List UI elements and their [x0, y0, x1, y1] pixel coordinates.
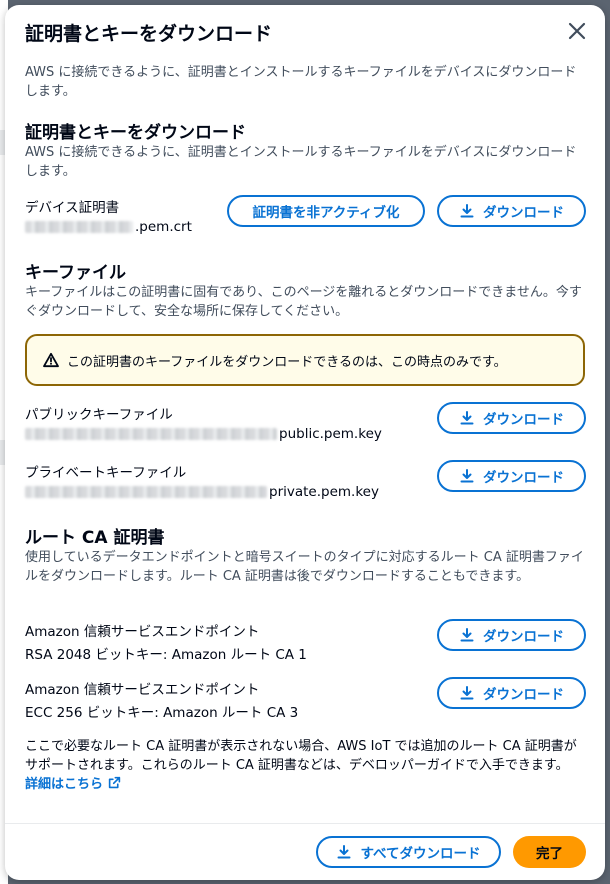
warning-alert: この証明書のキーファイルをダウンロードできるのは、この時点のみです。: [25, 334, 585, 386]
download-all-label: すべてダウンロード: [360, 846, 481, 862]
download-public-key-button[interactable]: ダウンロード: [437, 402, 586, 434]
download-root-ca3-button[interactable]: ダウンロード: [437, 677, 586, 709]
deactivate-button-label: 証明書を非アクティブ化: [252, 205, 400, 221]
download-private-key-button[interactable]: ダウンロード: [437, 460, 586, 492]
private-key-label: プライベートキーファイル: [25, 465, 187, 481]
warning-text: この証明書のキーファイルをダウンロードできるのは、この時点のみです。: [67, 354, 507, 370]
footer-divider: [5, 823, 605, 824]
external-link-icon: [108, 776, 120, 789]
private-key-filename: private.pem.key: [25, 484, 379, 500]
download-icon: [337, 845, 351, 859]
download-button-label: ダウンロード: [483, 205, 564, 221]
modal-intro: AWS に接続できるように、証明書とインストールするキーファイルをデバイスにダウ…: [25, 65, 577, 99]
root-ca-section-title: ルート CA 証明書: [25, 528, 165, 548]
download-icon: [460, 469, 474, 483]
warning-icon: [43, 352, 59, 368]
root-ca1-value: RSA 2048 ビットキー: Amazon ルート CA 1: [25, 647, 307, 663]
close-button[interactable]: [565, 19, 589, 43]
redacted-text: [25, 428, 277, 440]
device-certificate-filename: .pem.crt: [25, 219, 192, 235]
root-ca3-value: ECC 256 ビットキー: Amazon ルート CA 3: [25, 705, 299, 721]
done-button-label: 完了: [536, 846, 563, 862]
learn-more-link[interactable]: 詳細はこちら: [25, 776, 121, 792]
download-certificate-button[interactable]: ダウンロード: [437, 195, 586, 227]
key-section-title: キーファイル: [25, 263, 126, 283]
download-button-label: ダウンロード: [483, 470, 564, 486]
download-icon: [460, 628, 474, 642]
modal-header: 証明書とキーをダウンロード: [5, 5, 605, 55]
certificate-section-description: AWS に接続できるように、証明書とインストールするキーファイルをデバイスにダウ…: [25, 145, 577, 179]
deactivate-certificate-button[interactable]: 証明書を非アクティブ化: [227, 195, 425, 227]
download-all-button[interactable]: すべてダウンロード: [316, 836, 501, 868]
redacted-text: [25, 486, 267, 498]
cert-file-suffix: .pem.crt: [135, 219, 192, 235]
download-button-label: ダウンロード: [483, 629, 564, 645]
redacted-text: [25, 221, 133, 233]
download-icon: [460, 411, 474, 425]
done-button[interactable]: 完了: [513, 836, 586, 868]
close-icon: [568, 22, 586, 40]
download-modal: 証明書とキーをダウンロード AWS に接続できるように、証明書とインストールする…: [5, 5, 605, 880]
device-certificate-label: デバイス証明書: [25, 200, 120, 216]
root-ca1-label: Amazon 信頼サービスエンドポイント: [25, 624, 260, 640]
download-button-label: ダウンロード: [483, 687, 564, 703]
learn-more-link-text: 詳細はこちら: [25, 777, 104, 792]
public-key-label: パブリックキーファイル: [25, 407, 173, 423]
root-ca-section-description: 使用しているデータエンドポイントと暗号スイートのタイプに対応するルート CA 証…: [25, 550, 584, 584]
root-ca-note: ここで必要なルート CA 証明書が表示されない場合、AWS IoT では追加のル…: [25, 737, 585, 794]
private-key-suffix: private.pem.key: [269, 484, 379, 500]
certificate-section-title: 証明書とキーをダウンロード: [25, 123, 246, 143]
download-icon: [460, 686, 474, 700]
modal-title: 証明書とキーをダウンロード: [25, 23, 273, 45]
download-icon: [460, 204, 474, 218]
public-key-filename: public.pem.key: [25, 426, 382, 442]
root-ca-note-text: ここで必要なルート CA 証明書が表示されない場合、AWS IoT では追加のル…: [25, 739, 577, 773]
public-key-suffix: public.pem.key: [279, 426, 382, 442]
root-ca3-label: Amazon 信頼サービスエンドポイント: [25, 682, 260, 698]
key-section-description: キーファイルはこの証明書に固有であり、このページを離れるとダウンロードできません…: [25, 285, 582, 319]
download-root-ca1-button[interactable]: ダウンロード: [437, 619, 586, 651]
download-button-label: ダウンロード: [483, 412, 564, 428]
